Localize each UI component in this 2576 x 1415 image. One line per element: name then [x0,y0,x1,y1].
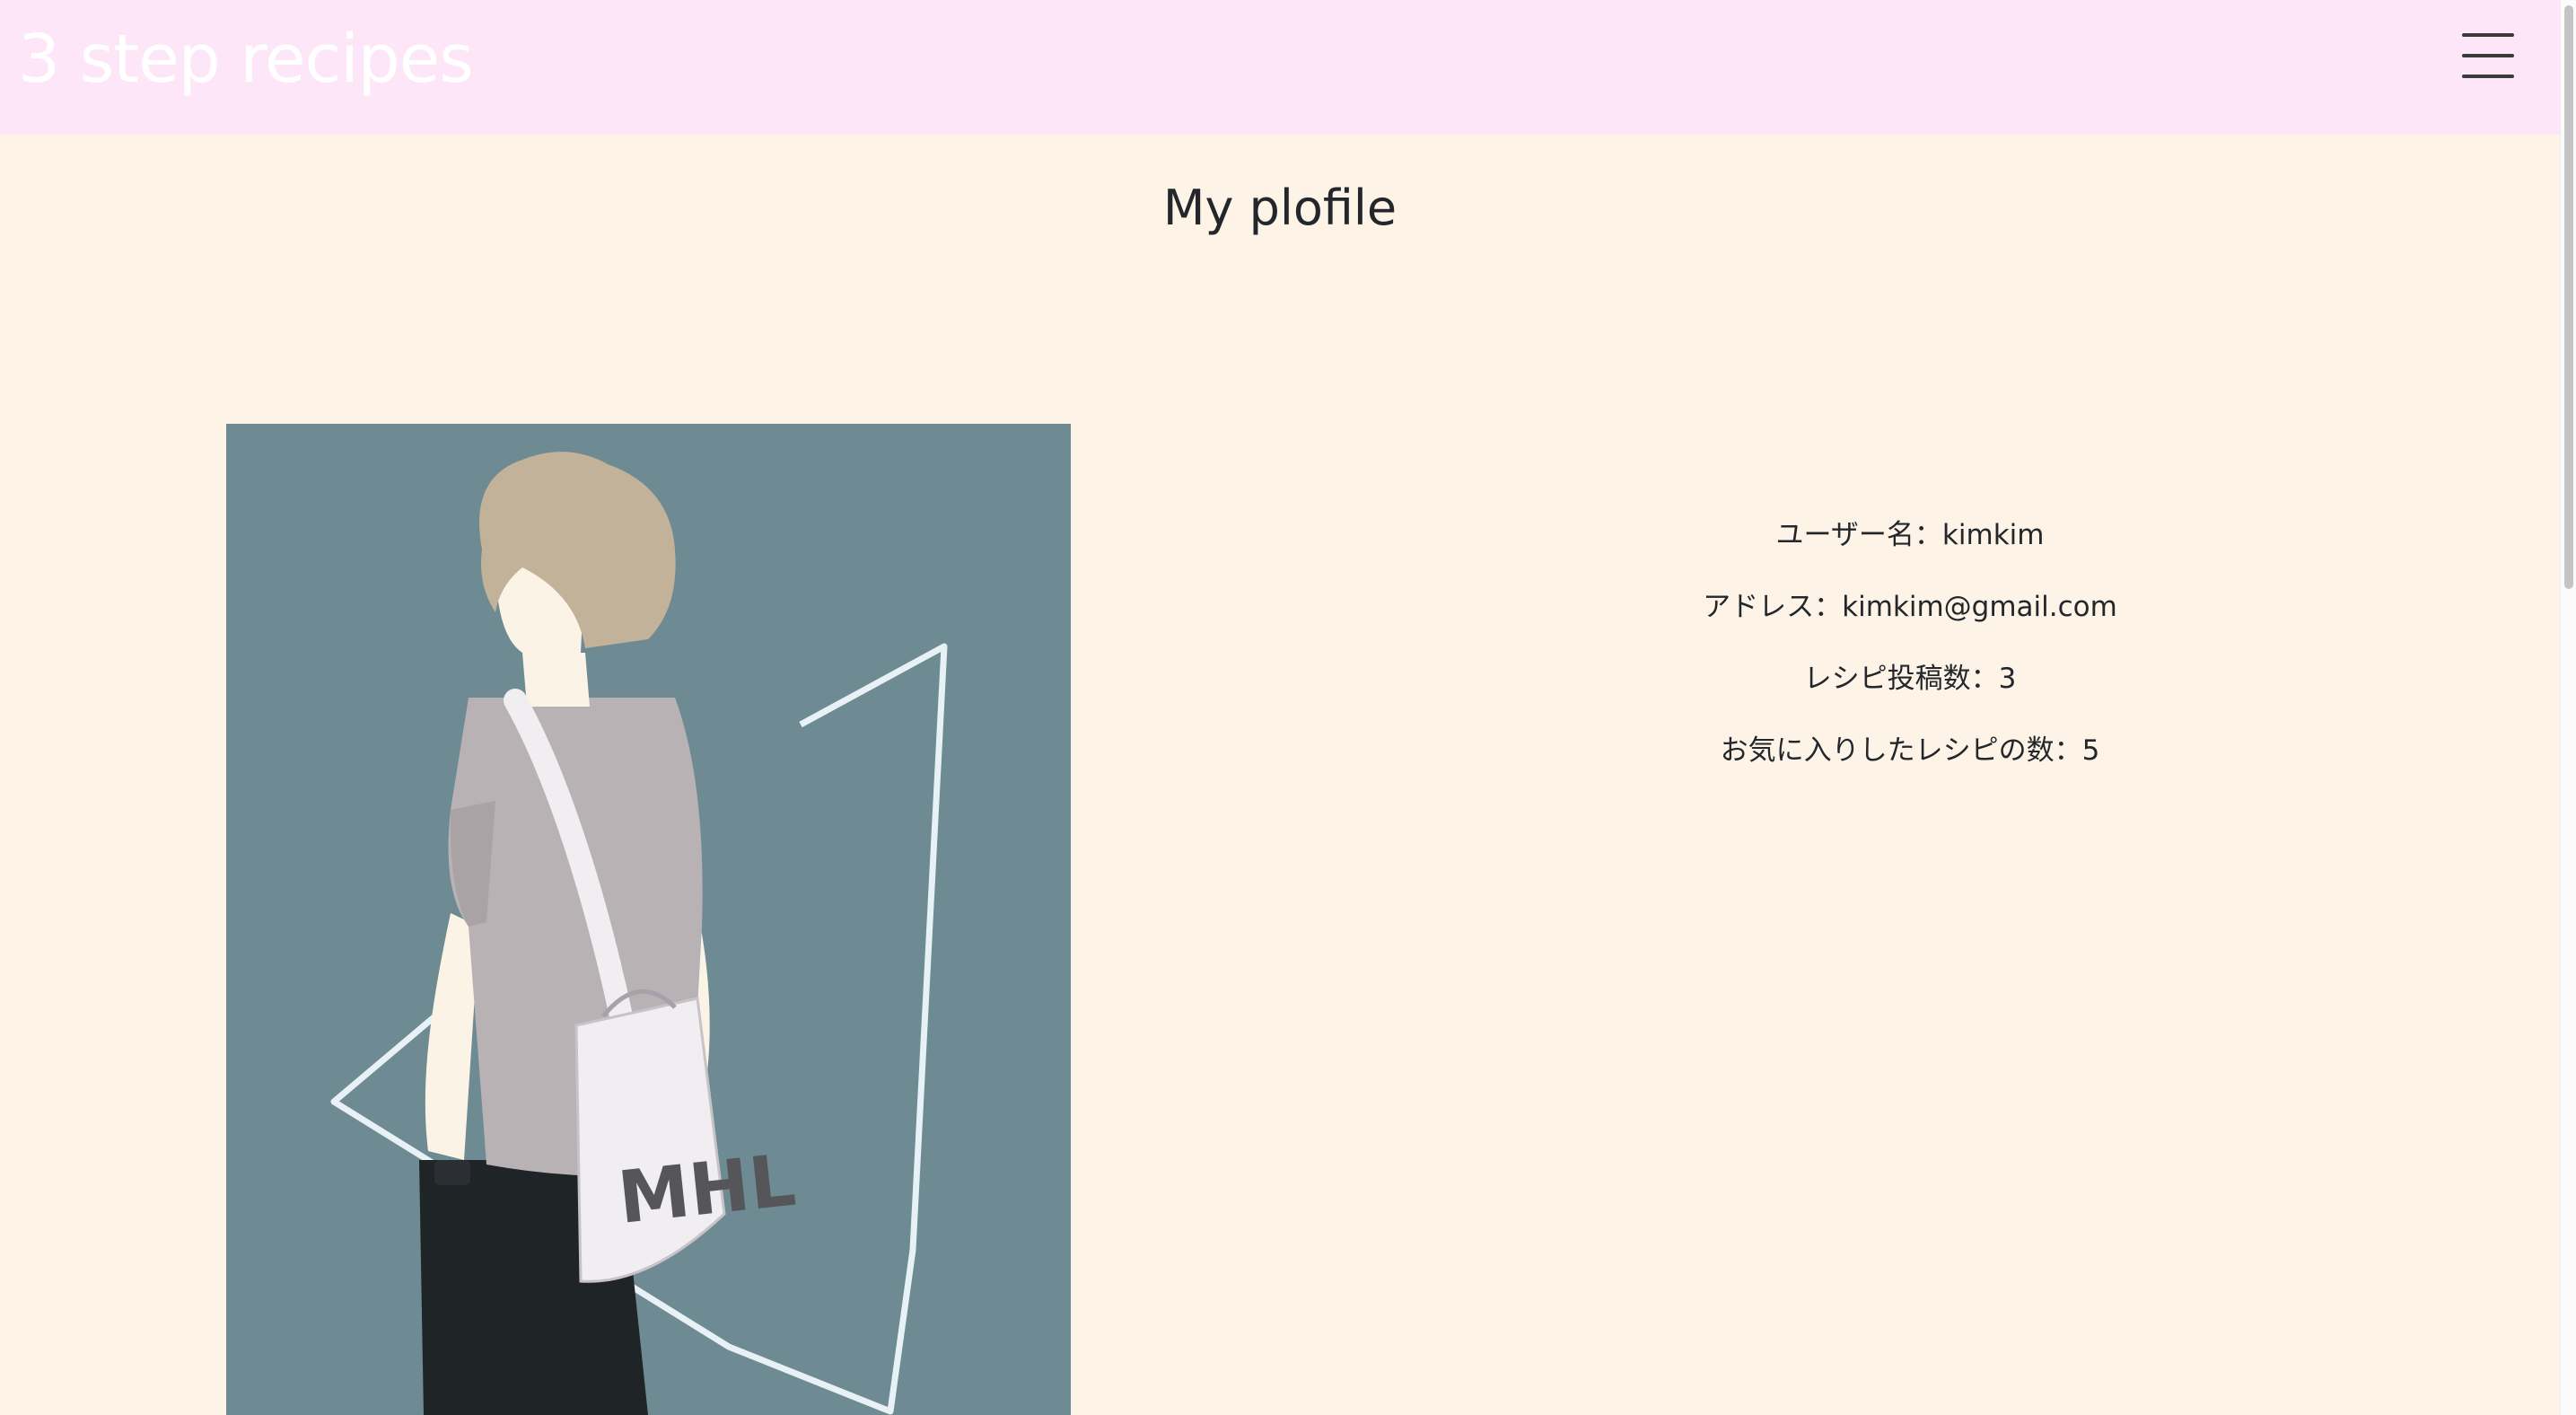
email-text: アドレス：kimkim@gmail.com [1703,591,2117,623]
page-title: My plofile [1162,180,1398,237]
vertical-scrollbar[interactable] [2560,0,2576,1415]
menu-bar [2462,75,2514,78]
favorite-count-text: お気に入りしたレシピの数：5 [1720,734,2100,767]
scrollbar-thumb[interactable] [2564,5,2573,589]
profile-info: ユーザー名：kimkim アドレス：kimkim@gmail.com レシピ投稿… [1641,512,2179,799]
profile-page: 3 step recipes My plofile MHL ユーザー名：kimk… [0,0,2576,1415]
navbar: 3 step recipes [0,0,2560,135]
hamburger-menu-icon[interactable] [2449,22,2526,93]
bag-text: MHL [614,1138,799,1240]
brand-link[interactable]: 3 step recipes [18,20,474,100]
menu-bar [2462,54,2514,57]
username-text: ユーザー名：kimkim [1775,519,2045,551]
recipe-count-text: レシピ投稿数：3 [1803,663,2017,695]
menu-bar [2462,33,2514,37]
profile-image: MHL [226,424,1071,1415]
